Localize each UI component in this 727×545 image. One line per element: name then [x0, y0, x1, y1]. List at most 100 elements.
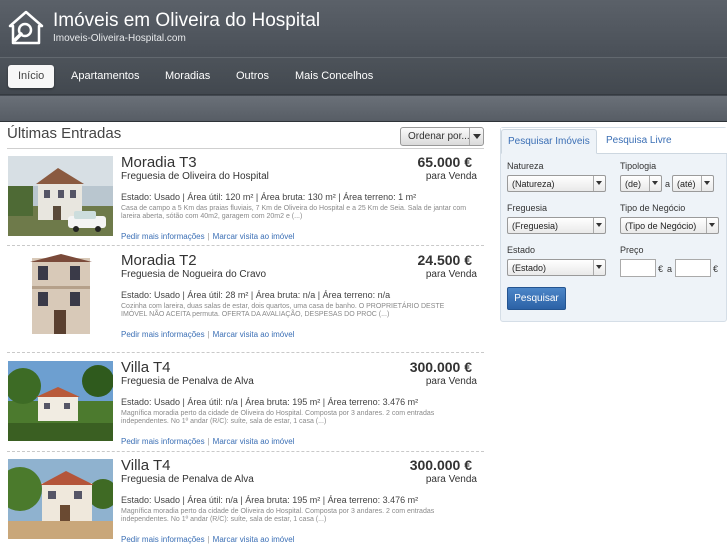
schedule-visit-link[interactable]: Marcar visita ao imóvel	[213, 437, 295, 446]
price-min-input[interactable]	[620, 259, 656, 277]
listing-parish: Freguesia de Nogueira do Cravo	[121, 269, 267, 280]
estado-value: (Estado)	[512, 263, 547, 273]
listing-item: Villa T4 Freguesia de Penalva de Alva 30…	[7, 357, 484, 453]
separator: |	[207, 330, 210, 339]
sub-bar	[0, 96, 727, 122]
tab-pesquisar-imoveis[interactable]: Pesquisar Imóveis	[501, 129, 597, 154]
negocio-select[interactable]: (Tipo de Negócio)	[620, 217, 719, 234]
property-photo[interactable]	[8, 156, 113, 236]
divider	[7, 451, 484, 452]
tipologia-to-select[interactable]: (até)	[672, 175, 714, 192]
nav-outros[interactable]: Outros	[226, 65, 279, 88]
tipologia-label: Tipologia	[620, 161, 657, 171]
tipologia-to-value: (até)	[677, 179, 696, 189]
schedule-visit-link[interactable]: Marcar visita ao imóvel	[213, 535, 295, 544]
chevron-down-icon	[706, 218, 718, 233]
chevron-down-icon	[593, 260, 605, 275]
listing-description: Cozinha com lareira, duas salas de estar…	[121, 303, 445, 319]
listing-item: Moradia T2 Freguesia de Nogueira do Crav…	[7, 250, 484, 346]
search-tabs: Pesquisar Imóveis Pesquisa Livre	[501, 128, 727, 154]
separator: |	[207, 535, 210, 544]
nav-inicio[interactable]: Início	[8, 65, 55, 88]
freguesia-select[interactable]: (Freguesia)	[507, 217, 606, 234]
listing-parish: Freguesia de Penalva de Alva	[121, 376, 254, 387]
site-title[interactable]: Imóveis em Oliveira do Hospital	[53, 10, 320, 32]
listings-title: Últimas Entradas	[7, 125, 122, 142]
listing-description: Casa de campo a 5 Km das praias fluviais…	[121, 205, 467, 221]
house-search-icon[interactable]	[8, 10, 44, 46]
price-max-input[interactable]	[675, 259, 711, 277]
nav-mais-concelhos[interactable]: Mais Concelhos	[285, 65, 383, 88]
chevron-down-icon	[649, 176, 661, 191]
tipologia-from-value: (de)	[625, 179, 642, 189]
request-info-link[interactable]: Pedir mais informações	[121, 330, 205, 339]
property-photo[interactable]	[8, 459, 113, 539]
natureza-value: (Natureza)	[512, 179, 555, 189]
listing-stats: Estado: Usado | Área útil: n/a | Área br…	[121, 495, 419, 505]
listing-links: Pedir mais informações | Marcar visita ao …	[121, 330, 294, 339]
schedule-visit-link[interactable]: Marcar visita ao imóvel	[213, 232, 295, 241]
natureza-select[interactable]: (Natureza)	[507, 175, 606, 192]
listing-stats: Estado: Usado | Área útil: 28 m² | Área …	[121, 290, 391, 300]
freguesia-value: (Freguesia)	[512, 221, 559, 231]
nav-apartamentos[interactable]: Apartamentos	[61, 65, 149, 88]
request-info-link[interactable]: Pedir mais informações	[121, 437, 205, 446]
listing-deal: para Venda	[425, 171, 477, 182]
listing-deal: para Venda	[425, 474, 477, 485]
listing-title[interactable]: Moradia T3	[121, 154, 197, 171]
listing-description: Magnífica moradia perto da cidade de Oli…	[121, 410, 435, 426]
property-photo[interactable]	[8, 254, 113, 334]
listing-item: Moradia T3 Freguesia de Oliveira do Hosp…	[7, 152, 484, 248]
tipologia-from-select[interactable]: (de)	[620, 175, 662, 192]
listing-title[interactable]: Moradia T2	[121, 252, 197, 269]
currency-symbol: €	[713, 264, 719, 274]
listing-links: Pedir mais informações | Marcar visita ao …	[121, 437, 294, 446]
listing-description: Magnífica moradia perto da cidade de Oli…	[121, 508, 435, 524]
tab-pesquisa-livre[interactable]: Pesquisa Livre	[600, 129, 678, 154]
schedule-visit-link[interactable]: Marcar visita ao imóvel	[213, 330, 295, 339]
chevron-down-icon	[469, 128, 483, 145]
listing-price: 300.000 €	[409, 457, 472, 473]
property-photo[interactable]	[8, 361, 113, 441]
listing-price: 24.500 €	[417, 252, 473, 268]
listing-deal: para Venda	[425, 376, 477, 387]
chevron-down-icon	[593, 176, 605, 191]
search-button[interactable]: Pesquisar	[507, 287, 566, 310]
divider	[7, 148, 484, 149]
divider	[7, 352, 484, 353]
freguesia-label: Freguesia	[507, 203, 548, 213]
listing-links: Pedir mais informações | Marcar visita ao …	[121, 535, 294, 544]
sort-dropdown[interactable]: Ordenar por...	[400, 127, 484, 146]
nav-moradias[interactable]: Moradias	[155, 65, 220, 88]
listing-stats: Estado: Usado | Área útil: 120 m² | Área…	[121, 192, 417, 202]
listing-price: 300.000 €	[409, 359, 472, 375]
listing-title[interactable]: Villa T4	[121, 457, 170, 474]
estado-select[interactable]: (Estado)	[507, 259, 606, 276]
listing-title[interactable]: Villa T4	[121, 359, 170, 376]
divider	[7, 245, 484, 246]
listing-links: Pedir mais informações | Marcar visita ao …	[121, 232, 294, 241]
chevron-down-icon	[593, 218, 605, 233]
listing-parish: Freguesia de Oliveira do Hospital	[121, 171, 269, 182]
main-nav: Início Apartamentos Moradias Outros Mais…	[0, 57, 727, 95]
negocio-label: Tipo de Negócio	[620, 203, 686, 213]
preco-label: Preço	[620, 245, 644, 255]
listing-price: 65.000 €	[417, 154, 473, 170]
separator: |	[207, 437, 210, 446]
sort-label: Ordenar por...	[408, 131, 470, 142]
negocio-value: (Tipo de Negócio)	[625, 221, 697, 231]
listing-stats: Estado: Usado | Área útil: n/a | Área br…	[121, 397, 419, 407]
tipologia-separator: a	[665, 179, 671, 189]
listing-deal: para Venda	[425, 269, 477, 280]
search-panel: Pesquisar Imóveis Pesquisa Livre Naturez…	[500, 127, 727, 322]
site-url: Imoveis-Oliveira-Hospital.com	[53, 33, 186, 44]
request-info-link[interactable]: Pedir mais informações	[121, 535, 205, 544]
currency-symbol: €	[658, 264, 664, 274]
natureza-label: Natureza	[507, 161, 544, 171]
listing-parish: Freguesia de Penalva de Alva	[121, 474, 254, 485]
chevron-down-icon	[701, 176, 713, 191]
request-info-link[interactable]: Pedir mais informações	[121, 232, 205, 241]
estado-label: Estado	[507, 245, 536, 255]
price-separator: a	[667, 264, 673, 274]
listing-item: Villa T4 Freguesia de Penalva de Alva 30…	[7, 455, 484, 545]
